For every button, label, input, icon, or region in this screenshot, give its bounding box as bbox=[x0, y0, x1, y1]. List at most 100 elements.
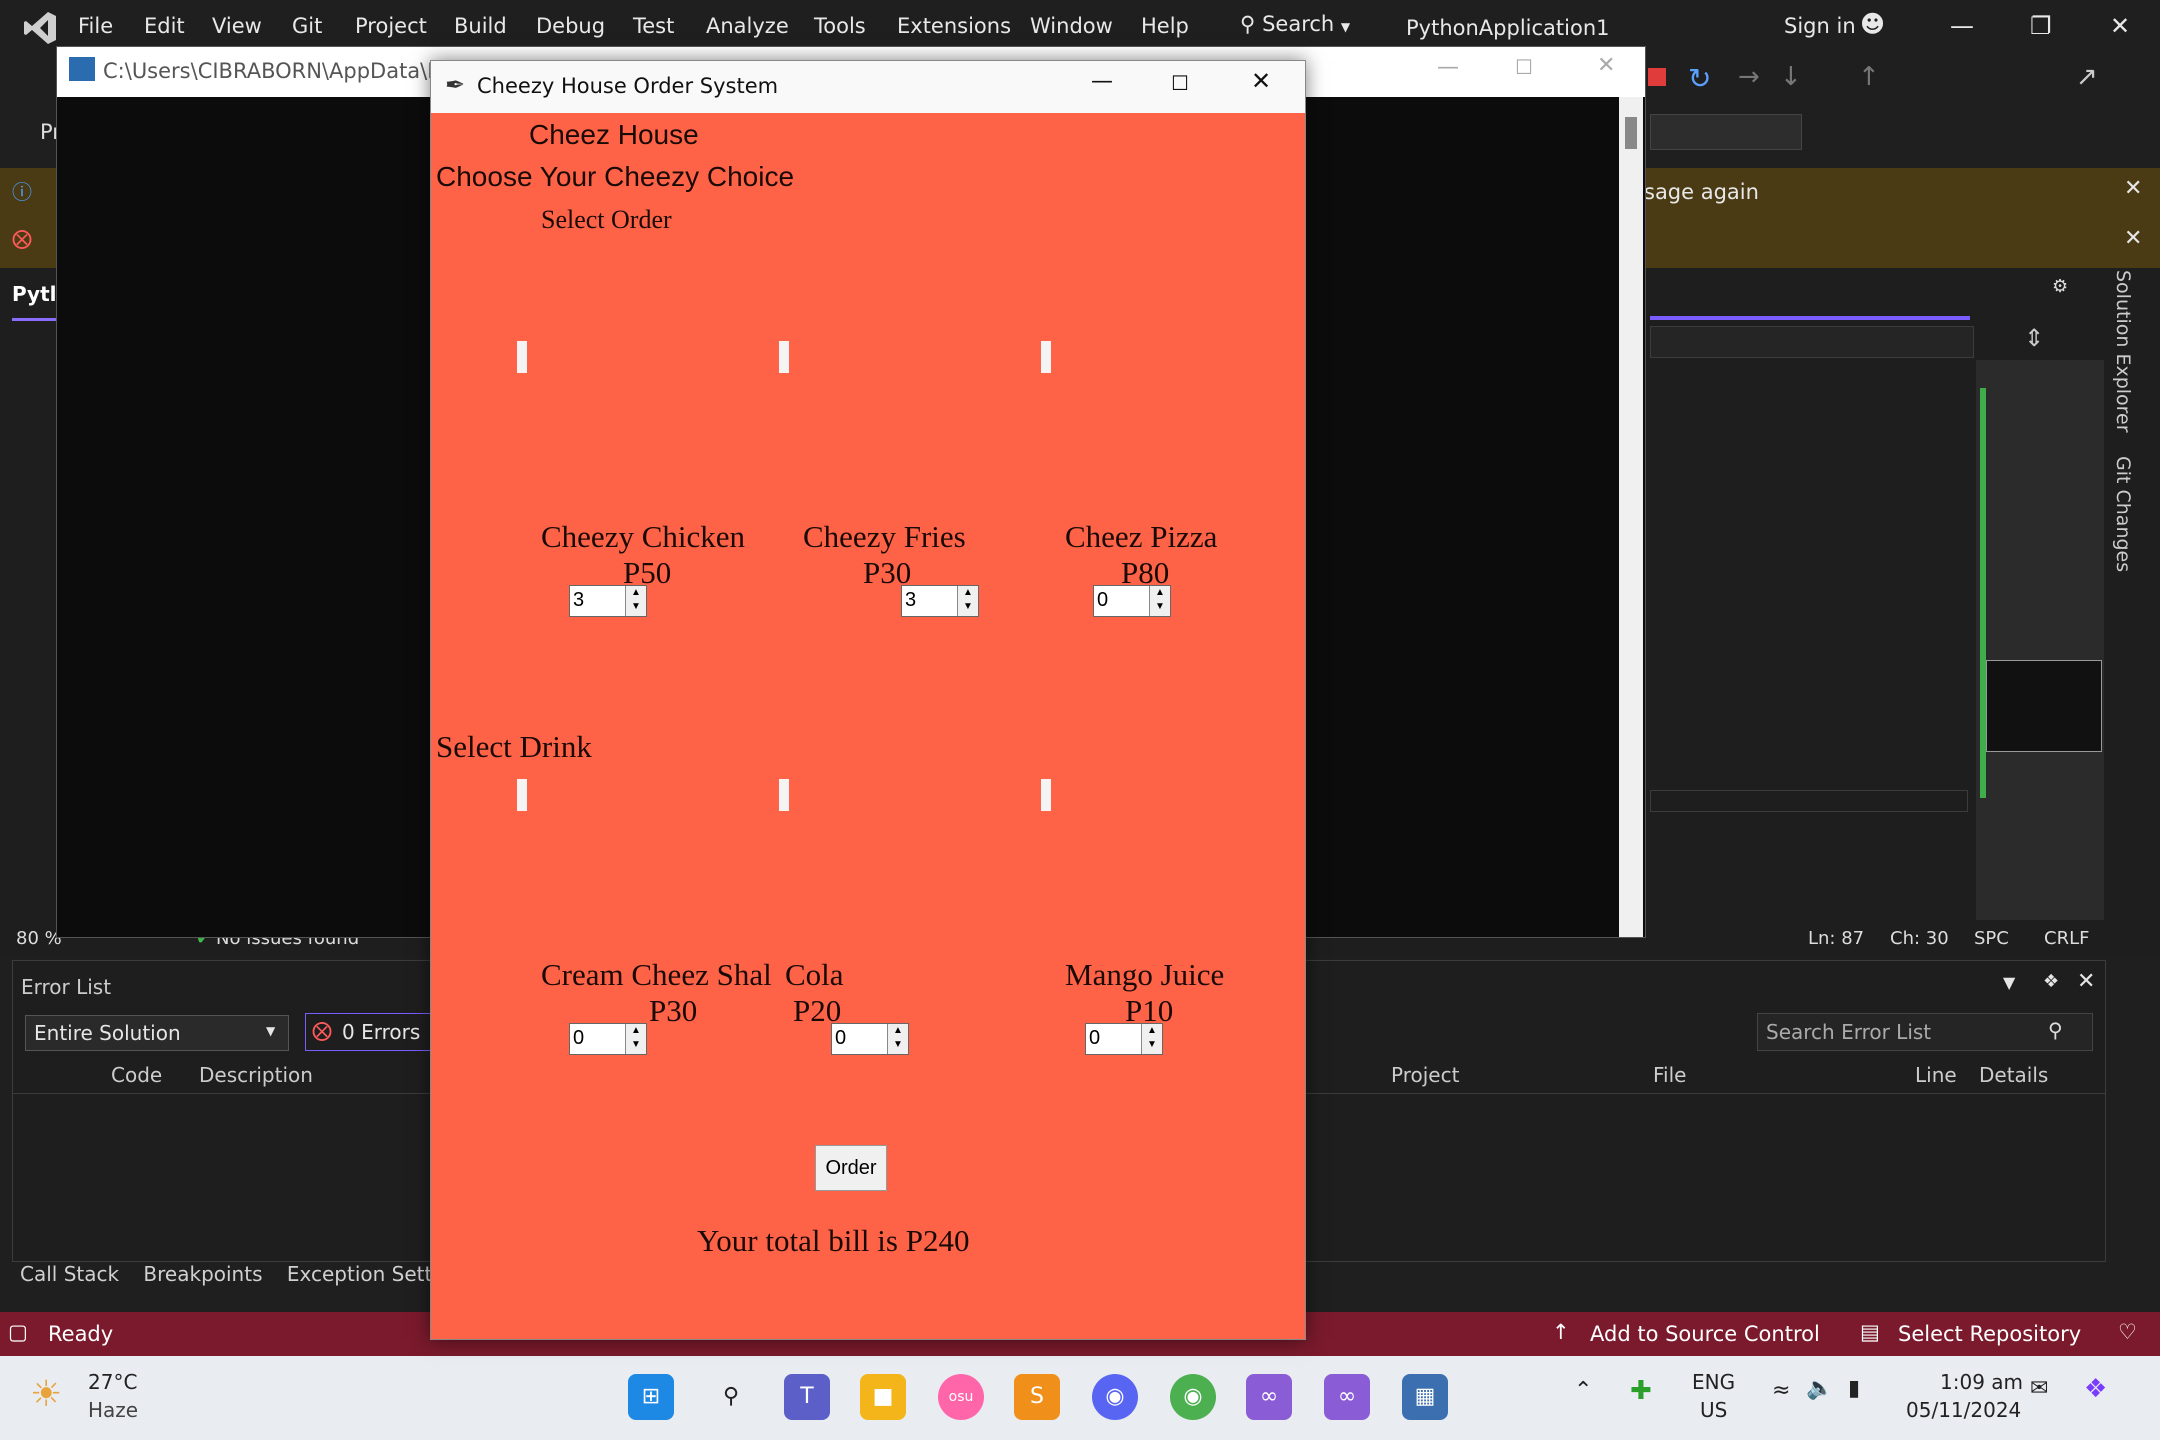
menu-analyze[interactable]: Analyze bbox=[706, 14, 789, 38]
tk-minimize-icon[interactable]: — bbox=[1091, 69, 1113, 94]
settings-icon[interactable]: ⚙ bbox=[2052, 276, 2068, 297]
scope-dropdown[interactable]: Entire Solution ▼ bbox=[25, 1015, 289, 1051]
zoom-level[interactable]: 80 % bbox=[16, 928, 62, 949]
minimap-viewport[interactable] bbox=[1986, 660, 2102, 752]
column-description[interactable]: Description bbox=[199, 1063, 313, 1087]
select-repository-button[interactable]: Select Repository bbox=[1898, 1322, 2081, 1346]
git-changes-tab[interactable]: Git Changes bbox=[2112, 456, 2134, 572]
menu-view[interactable]: View bbox=[212, 14, 262, 38]
quantity-spinbox[interactable]: 0 ▲ ▼ bbox=[1085, 1023, 1163, 1055]
step-out-icon[interactable]: ↑ bbox=[1858, 62, 1880, 92]
menu-file[interactable]: File bbox=[78, 14, 113, 38]
visual-studio-installer-icon[interactable]: ∞ bbox=[1246, 1374, 1292, 1420]
chrome-icon[interactable]: ◉ bbox=[1170, 1374, 1216, 1420]
search-error-list-input[interactable]: Search Error List ⚲ bbox=[1757, 1013, 2093, 1051]
column-code[interactable]: Code bbox=[111, 1063, 162, 1087]
battery-icon[interactable]: ▮ bbox=[1848, 1376, 1860, 1401]
solution-explorer-tab[interactable]: Solution Explorer bbox=[2112, 270, 2134, 433]
clock-time[interactable]: 1:09 am bbox=[1940, 1370, 2023, 1394]
quantity-spinbox[interactable]: 0 ▲ ▼ bbox=[831, 1023, 909, 1055]
code-minimap[interactable] bbox=[1976, 360, 2104, 920]
menu-build[interactable]: Build bbox=[454, 14, 507, 38]
share-icon[interactable]: ↗ bbox=[2076, 62, 2098, 92]
sign-in-link[interactable]: Sign in bbox=[1784, 14, 1856, 38]
menu-extensions[interactable]: Extensions bbox=[897, 14, 1011, 38]
editor-tab[interactable]: Pytl bbox=[12, 282, 58, 321]
quantity-spinbox[interactable]: 0 ▲ ▼ bbox=[1093, 585, 1171, 617]
teams-icon[interactable]: T bbox=[784, 1374, 830, 1420]
menu-test[interactable]: Test bbox=[633, 14, 674, 38]
minimize-icon[interactable]: — bbox=[1950, 12, 1974, 40]
start-icon[interactable]: ⊞ bbox=[628, 1374, 674, 1420]
column-details[interactable]: Details bbox=[1979, 1063, 2048, 1087]
tk-maximize-icon[interactable]: ☐ bbox=[1171, 71, 1189, 95]
quantity-spinbox[interactable]: 0 ▲ ▼ bbox=[569, 1023, 647, 1055]
spin-arrows-icon[interactable]: ▲ ▼ bbox=[625, 1024, 646, 1054]
info-bar-close-icon[interactable]: ✕ bbox=[2124, 176, 2142, 201]
error-bar-close-icon[interactable]: ✕ bbox=[2124, 226, 2142, 251]
notifications-icon[interactable]: ♡ bbox=[2118, 1320, 2137, 1344]
python-icon[interactable]: ▦ bbox=[1402, 1374, 1448, 1420]
tab-breakpoints[interactable]: Breakpoints bbox=[143, 1262, 262, 1286]
menu-debug[interactable]: Debug bbox=[536, 14, 605, 38]
menu-project[interactable]: Project bbox=[355, 14, 427, 38]
file-explorer-icon[interactable]: ■ bbox=[860, 1374, 906, 1420]
line-ending[interactable]: CRLF bbox=[2044, 928, 2089, 949]
split-icon[interactable]: ⇕ bbox=[2024, 324, 2044, 352]
close-icon[interactable]: ✕ bbox=[2110, 12, 2130, 40]
console-maximize-icon[interactable]: ☐ bbox=[1515, 55, 1533, 79]
visual-studio-icon[interactable]: ∞ bbox=[1324, 1374, 1370, 1420]
menu-tools[interactable]: Tools bbox=[814, 14, 866, 38]
quantity-spinbox[interactable]: 3 ▲ ▼ bbox=[901, 585, 979, 617]
tray-app-icon[interactable]: ✚ bbox=[1630, 1376, 1652, 1406]
add-to-source-control-button[interactable]: Add to Source Control bbox=[1590, 1322, 1820, 1346]
menu-help[interactable]: Help bbox=[1141, 14, 1189, 38]
input-language[interactable]: ENG bbox=[1692, 1370, 1735, 1394]
tray-chevron-icon[interactable]: ⌃ bbox=[1574, 1378, 1592, 1403]
tab-call-stack[interactable]: Call Stack bbox=[20, 1262, 119, 1286]
wifi-icon[interactable]: ≈ bbox=[1772, 1378, 1790, 1403]
sublime-text-icon[interactable]: S bbox=[1014, 1374, 1060, 1420]
spin-arrows-icon[interactable]: ▲ ▼ bbox=[1141, 1024, 1162, 1054]
member-dropdown[interactable] bbox=[1650, 326, 1974, 358]
errors-filter-button[interactable]: ⨂ 0 Errors bbox=[305, 1013, 437, 1051]
search-icon[interactable]: ⚲ bbox=[708, 1374, 754, 1420]
restore-icon[interactable]: ❐ bbox=[2030, 12, 2052, 40]
console-minimize-icon[interactable]: — bbox=[1437, 55, 1459, 80]
whitespace-mode[interactable]: SPC bbox=[1974, 928, 2009, 949]
tk-close-icon[interactable]: ✕ bbox=[1251, 67, 1271, 95]
console-scrollbar[interactable] bbox=[1619, 97, 1643, 937]
account-icon[interactable]: ☻ bbox=[1860, 10, 1885, 38]
copilot-icon[interactable]: ❖ bbox=[2084, 1374, 2107, 1404]
vs-search-button[interactable]: ⚲ Search ▼ bbox=[1240, 12, 1350, 36]
toolbar-dropdown[interactable] bbox=[1650, 114, 1802, 150]
input-region[interactable]: US bbox=[1700, 1398, 1727, 1422]
column-line[interactable]: Line bbox=[1915, 1063, 1957, 1087]
volume-icon[interactable]: 🔈 bbox=[1806, 1376, 1833, 1401]
panel-close-icon[interactable]: ✕ bbox=[2077, 969, 2095, 994]
spin-arrows-icon[interactable]: ▲ ▼ bbox=[625, 586, 646, 616]
restart-icon[interactable]: ↻ bbox=[1688, 62, 1711, 95]
osu-icon[interactable]: osu bbox=[938, 1374, 984, 1420]
menu-git[interactable]: Git bbox=[292, 14, 322, 38]
column-file[interactable]: File bbox=[1653, 1063, 1686, 1087]
tk-title-bar[interactable]: ✒ Cheezy House Order System — ☐ ✕ bbox=[431, 61, 1305, 113]
scrollbar-thumb[interactable] bbox=[1625, 117, 1637, 149]
quantity-spinbox[interactable]: 3 ▲ ▼ bbox=[569, 585, 647, 617]
discord-icon[interactable]: ◉ bbox=[1092, 1374, 1138, 1420]
menu-window[interactable]: Window bbox=[1030, 14, 1113, 38]
horizontal-scrollbar[interactable] bbox=[1650, 790, 1968, 812]
spin-arrows-icon[interactable]: ▲ ▼ bbox=[957, 586, 978, 616]
column-project[interactable]: Project bbox=[1391, 1063, 1459, 1087]
menu-edit[interactable]: Edit bbox=[144, 14, 185, 38]
notification-center-icon[interactable]: ✉ bbox=[2030, 1376, 2048, 1401]
order-button[interactable]: Order bbox=[815, 1145, 887, 1191]
pin-icon[interactable]: ❖ bbox=[2043, 971, 2059, 992]
step-over-icon[interactable]: → bbox=[1738, 62, 1760, 92]
panel-dropdown-icon[interactable]: ▼ bbox=[2003, 973, 2015, 992]
step-into-icon[interactable]: ↓ bbox=[1780, 62, 1802, 92]
console-close-icon[interactable]: ✕ bbox=[1597, 53, 1615, 78]
spin-arrows-icon[interactable]: ▲ ▼ bbox=[887, 1024, 908, 1054]
spin-arrows-icon[interactable]: ▲ ▼ bbox=[1149, 586, 1170, 616]
clock-date[interactable]: 05/11/2024 bbox=[1906, 1398, 2021, 1422]
